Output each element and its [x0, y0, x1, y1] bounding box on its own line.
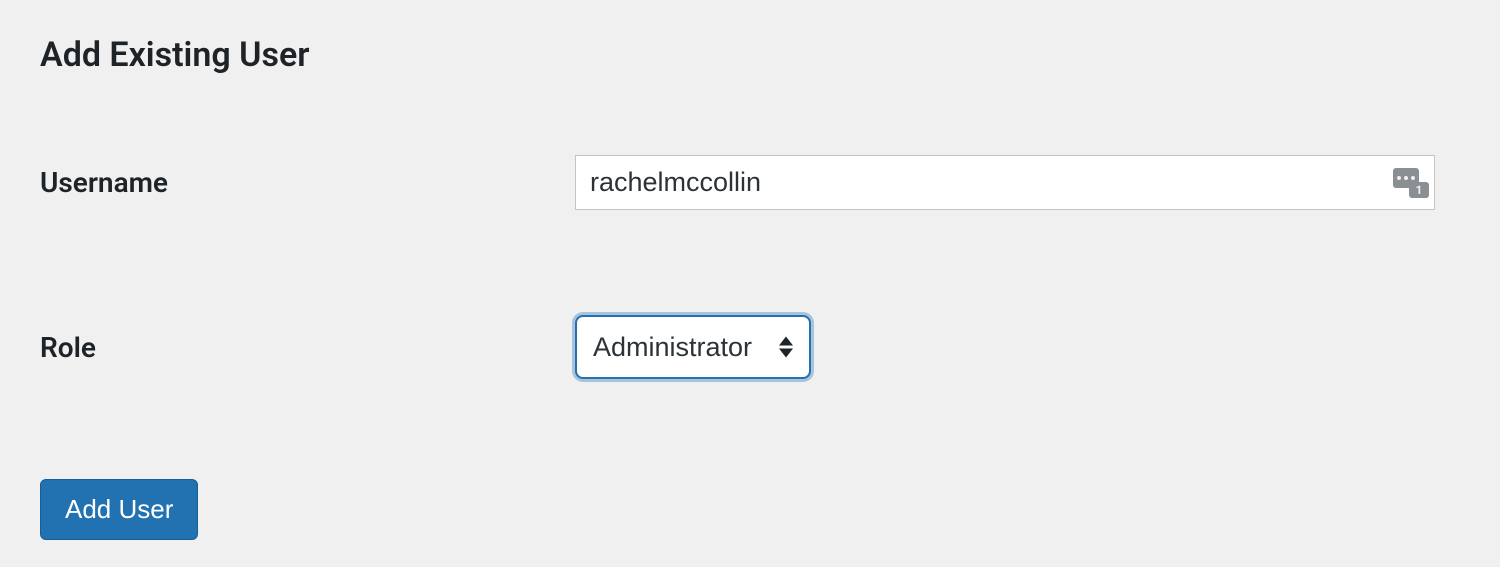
username-input-wrap: 1 [575, 155, 1435, 210]
role-select[interactable]: Administrator [575, 315, 811, 379]
username-row: Username 1 [40, 155, 1460, 210]
role-select-wrap: Administrator [575, 315, 811, 379]
username-input[interactable] [575, 155, 1435, 210]
svg-text:1: 1 [1416, 183, 1423, 197]
username-label: Username [40, 166, 575, 199]
page-title: Add Existing User [40, 35, 1460, 75]
role-row: Role Administrator [40, 315, 1460, 379]
add-user-button[interactable]: Add User [40, 479, 198, 540]
role-label: Role [40, 331, 575, 364]
password-manager-icon: 1 [1393, 168, 1429, 198]
